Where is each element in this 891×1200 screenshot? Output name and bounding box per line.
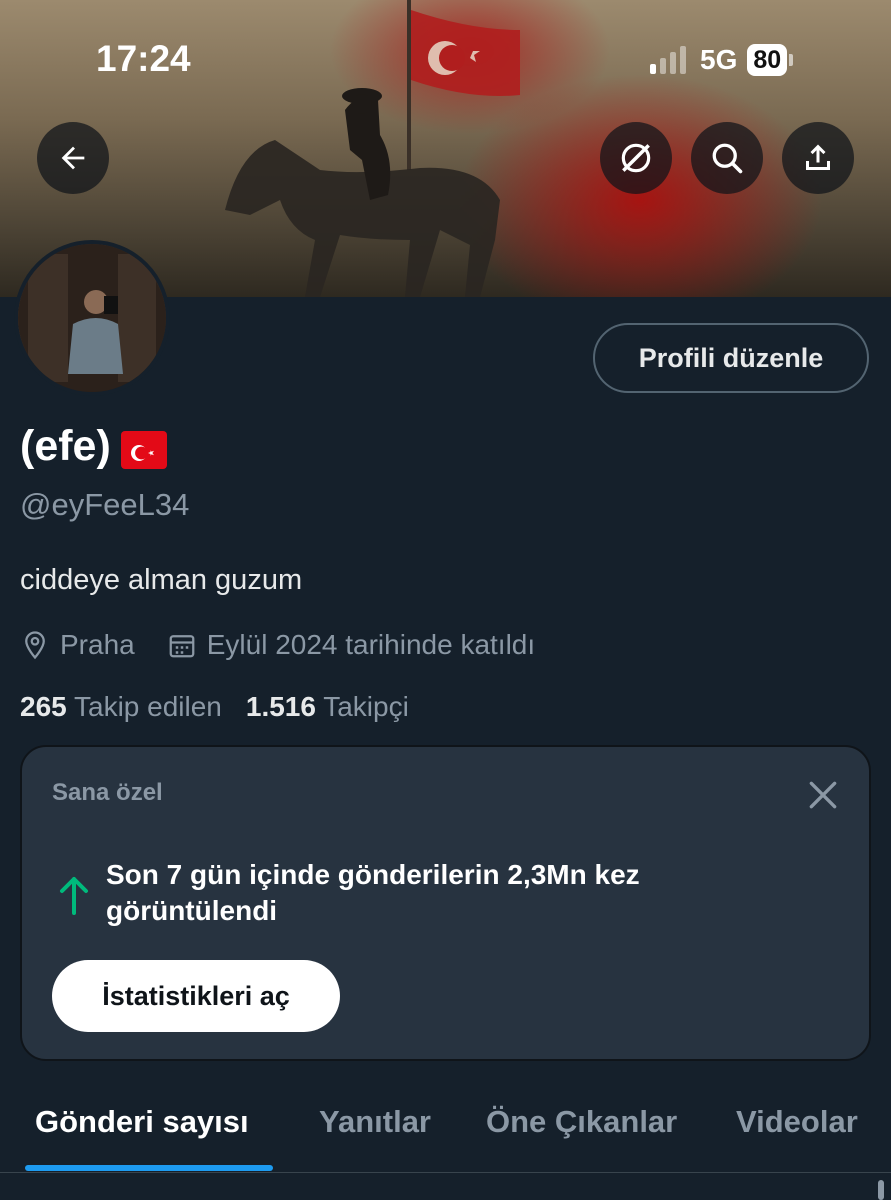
following-count: 265 [20, 691, 67, 722]
bio: ciddeye alman guzum [20, 564, 303, 596]
display-name-text: (efe) [20, 422, 111, 470]
profile-tabs: Gönderi sayısı Yanıtlar Öne Çıkanlar Vid… [0, 1090, 891, 1174]
followers-count: 1.516 [245, 691, 316, 722]
network-type: 5G [700, 44, 738, 75]
display-name: (efe) [20, 422, 167, 471]
turkish-flag-icon [120, 430, 167, 469]
close-icon [809, 781, 837, 809]
scrollbar[interactable] [878, 1180, 884, 1200]
following-link[interactable]: 265 Takip edilen [20, 691, 222, 723]
location-pin-icon [25, 631, 45, 660]
joined-item: Eylül 2024 tarihinde katıldı [167, 629, 535, 661]
insight-card-title: Sana özel [52, 779, 163, 806]
edit-profile-button[interactable]: Profili düzenle [593, 323, 869, 393]
avatar-photo [18, 244, 166, 392]
location-text: Praha [60, 629, 135, 660]
grok-button[interactable] [600, 122, 672, 194]
active-tab-indicator [25, 1165, 273, 1171]
follow-stats: 265 Takip edilen 1.516 Takipçi [20, 691, 409, 723]
close-button[interactable] [803, 775, 843, 815]
joined-text: Eylül 2024 tarihinde katıldı [206, 629, 536, 660]
avatar[interactable] [14, 240, 170, 396]
user-handle: @eyFeeL34 [20, 487, 190, 522]
battery-icon [789, 54, 794, 66]
trend-up-arrow-icon [60, 877, 88, 915]
search-icon [712, 143, 743, 174]
tab-replies[interactable]: Yanıtlar [319, 1104, 431, 1140]
insight-card: Sana özel Son 7 gün içinde gönderilerin … [20, 745, 871, 1061]
calendar-icon [169, 635, 195, 658]
tab-highlights[interactable]: Öne Çıkanlar [486, 1104, 677, 1140]
back-button[interactable] [37, 122, 109, 194]
profile-meta: Praha Eylül 2024 tarihinde katıldı [20, 625, 567, 665]
tabs-divider [0, 1172, 891, 1173]
grok-icon [621, 143, 651, 173]
status-time: 17:24 [96, 38, 191, 79]
location-item: Praha [20, 629, 135, 661]
open-stats-button[interactable]: İstatistikleri aç [52, 960, 340, 1032]
followers-link[interactable]: 1.516 Takipçi [246, 691, 409, 723]
status-indicators: 5G 80 [650, 40, 794, 80]
cellular-signal-icon [650, 46, 686, 74]
following-label: Takip edilen [74, 691, 222, 722]
share-button[interactable] [782, 122, 854, 194]
share-icon [806, 144, 830, 170]
tab-videos[interactable]: Videolar [736, 1104, 858, 1140]
tab-posts[interactable]: Gönderi sayısı [35, 1104, 249, 1140]
battery-level: 80 [747, 44, 788, 76]
followers-label: Takipçi [323, 691, 409, 722]
arrow-left-icon [61, 146, 85, 170]
search-button[interactable] [691, 122, 763, 194]
insight-message: Son 7 gün içinde gönderilerin 2,3Mn kez … [106, 859, 640, 926]
